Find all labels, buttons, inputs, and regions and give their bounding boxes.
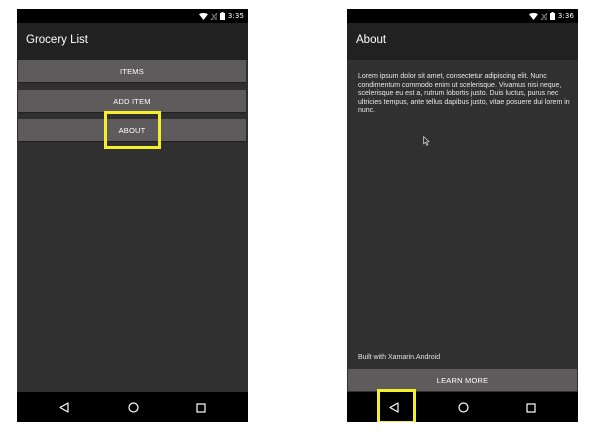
- navigation-bar: [17, 392, 248, 422]
- status-icons: 3:35: [198, 9, 244, 23]
- app-toolbar: About: [347, 23, 578, 60]
- recents-button[interactable]: [516, 392, 546, 422]
- navigation-bar: [347, 392, 578, 422]
- no-signal-icon: [540, 12, 547, 20]
- wifi-icon: [198, 12, 208, 20]
- no-signal-icon: [210, 12, 217, 20]
- recents-button[interactable]: [186, 392, 216, 422]
- phone-screen-grocery-list: 3:35 Grocery List ITEMS ADD ITEM ABOUT: [17, 9, 248, 422]
- status-bar: 3:35: [17, 9, 248, 23]
- about-body-text: Lorem ipsum dolor sit amet, consectetur …: [358, 73, 570, 115]
- recents-icon: [196, 398, 206, 417]
- items-button[interactable]: ITEMS: [18, 60, 246, 82]
- home-icon: [127, 398, 139, 417]
- wifi-icon: [528, 12, 538, 20]
- mouse-cursor-icon: [423, 131, 430, 150]
- recents-icon: [526, 398, 536, 417]
- back-icon: [389, 398, 399, 417]
- battery-icon: [219, 12, 225, 20]
- status-icons: 3:36: [528, 9, 574, 23]
- back-icon: [59, 398, 69, 417]
- app-toolbar: Grocery List: [17, 23, 248, 60]
- built-with-label: Built with Xamarin.Android: [358, 354, 441, 361]
- home-icon: [457, 398, 469, 417]
- add-item-button[interactable]: ADD ITEM: [18, 90, 246, 112]
- status-clock: 3:36: [557, 12, 574, 20]
- home-button[interactable]: [448, 392, 478, 422]
- status-clock: 3:35: [227, 12, 244, 20]
- about-button[interactable]: ABOUT: [18, 119, 246, 141]
- home-button[interactable]: [118, 392, 148, 422]
- status-bar: 3:36: [347, 9, 578, 23]
- back-button[interactable]: [379, 392, 409, 422]
- back-button[interactable]: [49, 392, 79, 422]
- page-title: About: [356, 34, 387, 46]
- page-title: Grocery List: [26, 34, 88, 46]
- learn-more-button[interactable]: LEARN MORE: [348, 369, 577, 391]
- battery-icon: [549, 12, 555, 20]
- phone-screen-about: 3:36 About Lorem ipsum dolor sit amet, c…: [347, 9, 578, 422]
